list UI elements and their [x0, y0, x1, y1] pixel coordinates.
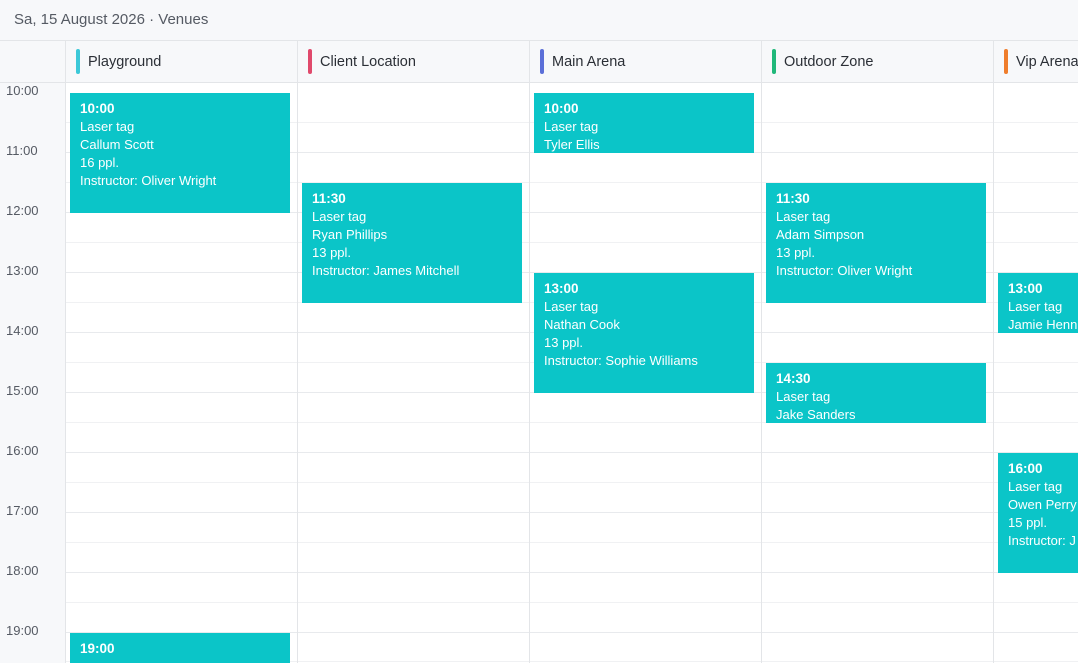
event-time: 13:00 — [1008, 281, 1043, 296]
column-divider — [297, 83, 298, 663]
venue-header-vip-arena[interactable]: Vip Arena — [994, 41, 1078, 82]
grid-line — [66, 452, 1078, 453]
event-time: 11:30 — [776, 191, 810, 206]
venue-color-bar — [308, 49, 312, 74]
event-people: 13 ppl. — [776, 245, 816, 260]
event-client: Adam Simpson — [776, 227, 865, 242]
time-label: 16:00 — [6, 443, 39, 458]
booking-event[interactable]: 19:00 — [70, 633, 290, 663]
time-label: 12:00 — [6, 203, 39, 218]
event-client: Jamie Henn — [1008, 317, 1078, 332]
venue-name: Vip Arena — [1016, 54, 1078, 70]
grid-line — [66, 512, 1078, 513]
event-people: 13 ppl. — [312, 245, 352, 260]
event-client: Tyler Ellis — [544, 137, 600, 152]
venue-header-outdoor-zone[interactable]: Outdoor Zone — [762, 41, 994, 82]
column-divider — [529, 83, 530, 663]
grid-line — [66, 602, 1078, 603]
venue-color-bar — [772, 49, 776, 74]
venue-name: Client Location — [320, 54, 416, 70]
event-client: Nathan Cook — [544, 317, 620, 332]
venue-name: Outdoor Zone — [784, 54, 874, 70]
event-time: 13:00 — [544, 281, 579, 296]
column-divider — [993, 83, 994, 663]
grid-line — [66, 542, 1078, 543]
event-time: 16:00 — [1008, 461, 1043, 476]
time-label: 11:00 — [6, 143, 38, 158]
event-instructor: Instructor: James Mitchell — [312, 263, 460, 278]
time-label: 17:00 — [6, 503, 39, 518]
venue-header-main-arena[interactable]: Main Arena — [530, 41, 762, 82]
venue-name: Main Arena — [552, 54, 626, 70]
grid-line — [66, 572, 1078, 573]
event-activity: Laser tag — [776, 389, 831, 404]
time-label: 15:00 — [6, 383, 39, 398]
event-instructor: Instructor: Oliver Wright — [80, 173, 217, 188]
time-column-header — [0, 41, 66, 82]
event-instructor: Instructor: Sophie Williams — [544, 353, 698, 368]
event-activity: Laser tag — [1008, 479, 1063, 494]
time-label: 10:00 — [6, 83, 39, 98]
booking-event[interactable]: 11:30 Laser tag Adam Simpson 13 ppl. Ins… — [766, 183, 986, 303]
booking-event[interactable]: 13:00 Laser tag Jamie Henn — [998, 273, 1078, 333]
event-activity: Laser tag — [544, 299, 599, 314]
column-divider — [761, 83, 762, 663]
event-people: 13 ppl. — [544, 335, 584, 350]
booking-event[interactable]: 14:30 Laser tag Jake Sanders — [766, 363, 986, 423]
event-time: 19:00 — [80, 641, 115, 656]
event-client: Callum Scott — [80, 137, 154, 152]
event-client: Ryan Phillips — [312, 227, 388, 242]
venue-color-bar — [540, 49, 544, 74]
booking-event[interactable]: 11:30 Laser tag Ryan Phillips 13 ppl. In… — [302, 183, 522, 303]
time-label: 19:00 — [6, 623, 39, 638]
booking-event[interactable]: 16:00 Laser tag Owen Perry 15 ppl. Instr… — [998, 453, 1078, 573]
venue-name: Playground — [88, 54, 162, 70]
event-activity: Laser tag — [312, 209, 367, 224]
venue-color-bar — [76, 49, 80, 74]
time-label: 14:00 — [6, 323, 39, 338]
schedule-grid: 10:00 11:00 12:00 13:00 14:00 15:00 16:0… — [0, 83, 1078, 663]
page-title: Sa, 15 August 2026 · Venues — [0, 0, 1078, 41]
booking-event[interactable]: 13:00 Laser tag Nathan Cook 13 ppl. Inst… — [534, 273, 754, 393]
event-activity: Laser tag — [776, 209, 831, 224]
event-activity: Laser tag — [1008, 299, 1063, 314]
event-client: Owen Perry — [1008, 497, 1077, 512]
booking-event[interactable]: 10:00 Laser tag Tyler Ellis — [534, 93, 754, 153]
event-instructor: Instructor: Oliver Wright — [776, 263, 913, 278]
event-instructor: Instructor: J — [1008, 533, 1076, 548]
event-people: 16 ppl. — [80, 155, 120, 170]
event-time: 10:00 — [544, 101, 579, 116]
event-client: Jake Sanders — [776, 407, 856, 422]
booking-event[interactable]: 10:00 Laser tag Callum Scott 16 ppl. Ins… — [70, 93, 290, 213]
event-people: 15 ppl. — [1008, 515, 1048, 530]
event-time: 14:30 — [776, 371, 811, 386]
venue-color-bar — [1004, 49, 1008, 74]
venue-header-playground[interactable]: Playground — [66, 41, 298, 82]
event-activity: Laser tag — [544, 119, 599, 134]
venue-header-client-location[interactable]: Client Location — [298, 41, 530, 82]
event-time: 11:30 — [312, 191, 346, 206]
event-time: 10:00 — [80, 101, 115, 116]
event-activity: Laser tag — [80, 119, 135, 134]
grid-line — [66, 482, 1078, 483]
time-label: 13:00 — [6, 263, 39, 278]
venue-header-row: Playground Client Location Main Arena Ou… — [0, 41, 1078, 83]
time-label: 18:00 — [6, 563, 39, 578]
time-column: 10:00 11:00 12:00 13:00 14:00 15:00 16:0… — [0, 83, 66, 663]
